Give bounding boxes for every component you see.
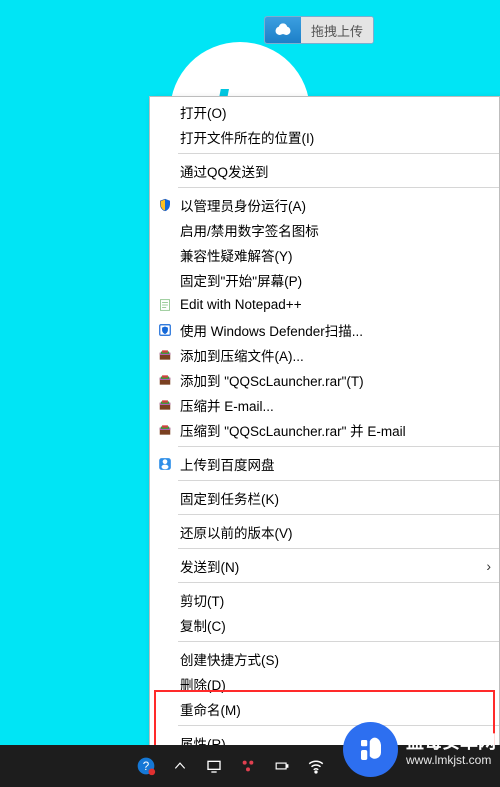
menu-item[interactable]: 压缩到 "QQScLauncher.rar" 并 E-mail <box>150 417 499 442</box>
menu-item[interactable]: 发送到(N) › <box>150 553 499 578</box>
menu-item-label: 启用/禁用数字签名图标 <box>180 220 319 240</box>
tray-expand-icon[interactable] <box>170 756 190 776</box>
menu-item[interactable]: 以管理员身份运行(A) <box>150 192 499 217</box>
menu-item[interactable]: 固定到"开始"屏幕(P) <box>150 267 499 292</box>
menu-item-label: 以管理员身份运行(A) <box>180 195 306 215</box>
menu-item-label: 添加到 "QQScLauncher.rar"(T) <box>180 370 364 390</box>
desktop: hp 拖拽上传 打开(O)打开文件所在的位置(I)通过QQ发送到以管理员身份运行… <box>0 0 500 787</box>
menu-item[interactable]: 通过QQ发送到 <box>150 158 499 183</box>
help-icon[interactable]: ? <box>136 756 156 776</box>
menu-separator <box>178 582 499 583</box>
menu-item[interactable]: 打开(O) <box>150 99 499 124</box>
menu-item-label: 重命名(M) <box>180 699 241 719</box>
menu-item[interactable]: 压缩并 E-mail... <box>150 392 499 417</box>
menu-item-label: 删除(D) <box>180 674 226 694</box>
menu-item-label: 还原以前的版本(V) <box>180 522 293 542</box>
menu-item[interactable]: 添加到 "QQScLauncher.rar"(T) <box>150 367 499 392</box>
watermark: 蓝莓安卓网 www.lmkjst.com <box>343 722 496 777</box>
menu-item-label: 打开文件所在的位置(I) <box>180 127 314 147</box>
menu-separator <box>178 446 499 447</box>
menu-separator <box>178 153 499 154</box>
context-menu: 打开(O) 打开文件所在的位置(I) 通过QQ发送到以管理员身份运行(A) 启用/禁用… <box>149 96 500 758</box>
watermark-title: 蓝莓安卓网 <box>406 732 496 754</box>
menu-item[interactable]: 打开文件所在的位置(I) <box>150 124 499 149</box>
menu-item-label: 打开(O) <box>180 102 227 122</box>
menu-item-label: 压缩并 E-mail... <box>180 395 274 415</box>
tray-app-icon[interactable] <box>238 756 258 776</box>
menu-item-label: 创建快捷方式(S) <box>180 649 279 669</box>
menu-item-label: 添加到压缩文件(A)... <box>180 345 304 365</box>
menu-item-label: 剪切(T) <box>180 590 224 610</box>
battery-icon[interactable] <box>272 756 292 776</box>
menu-item-label: Edit with Notepad++ <box>180 297 302 312</box>
watermark-logo-icon <box>343 722 398 777</box>
defender-icon <box>154 323 176 337</box>
menu-item[interactable]: 复制(C) <box>150 612 499 637</box>
menu-separator <box>178 548 499 549</box>
menu-item-label: 上传到百度网盘 <box>180 454 275 474</box>
menu-item[interactable]: 重命名(M) <box>150 696 499 721</box>
drag-upload-button[interactable]: 拖拽上传 <box>264 16 374 44</box>
menu-item-label: 使用 Windows Defender扫描... <box>180 320 363 340</box>
menu-item[interactable]: 剪切(T) <box>150 587 499 612</box>
submenu-arrow-icon: › <box>486 558 491 574</box>
cloud-upload-icon <box>265 17 301 43</box>
menu-item[interactable]: Edit with Notepad++ <box>150 292 499 317</box>
menu-item[interactable]: 创建快捷方式(S) <box>150 646 499 671</box>
shield-icon <box>154 197 176 213</box>
menu-item-label: 通过QQ发送到 <box>180 161 269 181</box>
menu-separator <box>178 187 499 188</box>
drag-upload-label: 拖拽上传 <box>301 17 373 43</box>
menu-item-label: 兼容性疑难解答(Y) <box>180 245 293 265</box>
menu-item-label: 压缩到 "QQScLauncher.rar" 并 E-mail <box>180 420 406 440</box>
winrar-icon <box>154 398 176 412</box>
watermark-url: www.lmkjst.com <box>406 753 496 767</box>
menu-item[interactable]: 删除(D) <box>150 671 499 696</box>
menu-item[interactable]: 添加到压缩文件(A)... <box>150 342 499 367</box>
menu-separator <box>178 514 499 515</box>
winrar-icon <box>154 423 176 437</box>
menu-item[interactable]: 兼容性疑难解答(Y) <box>150 242 499 267</box>
winrar-icon <box>154 373 176 387</box>
wifi-icon[interactable] <box>306 756 326 776</box>
winrar-icon <box>154 348 176 362</box>
monitor-icon[interactable] <box>204 756 224 776</box>
menu-item-label: 复制(C) <box>180 615 226 635</box>
menu-item[interactable]: 固定到任务栏(K) <box>150 485 499 510</box>
menu-separator <box>178 641 499 642</box>
menu-item-label: 固定到"开始"屏幕(P) <box>180 270 302 290</box>
menu-item-label: 固定到任务栏(K) <box>180 488 279 508</box>
menu-item[interactable]: 上传到百度网盘 <box>150 451 499 476</box>
menu-item[interactable]: 启用/禁用数字签名图标 <box>150 217 499 242</box>
menu-item[interactable]: 使用 Windows Defender扫描... <box>150 317 499 342</box>
notepad-icon <box>154 298 176 312</box>
menu-item[interactable]: 还原以前的版本(V) <box>150 519 499 544</box>
baidu-icon <box>154 457 176 471</box>
menu-item-label: 发送到(N) <box>180 556 239 576</box>
menu-separator <box>178 480 499 481</box>
